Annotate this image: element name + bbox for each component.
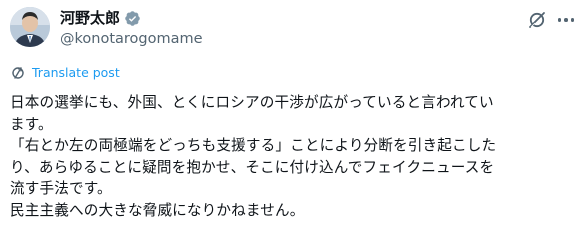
more-dot xyxy=(557,18,562,22)
more-icon[interactable] xyxy=(554,10,578,30)
translate-post-button[interactable]: Translate post xyxy=(10,64,120,82)
more-dot xyxy=(570,18,575,22)
post-text: 日本の選挙にも、外国、とくにロシアの干渉が広がっていると言われてい ます。 「右… xyxy=(10,92,584,221)
verified-badge-icon xyxy=(125,10,140,26)
avatar[interactable] xyxy=(10,7,50,47)
post-text-line: ます。 xyxy=(10,115,53,133)
author-handle[interactable]: @konotarogomame xyxy=(60,30,203,48)
more-dot xyxy=(564,18,568,22)
author-name-row: 河野太郎 xyxy=(60,8,141,28)
post-text-line: 流す手法です。 xyxy=(10,180,112,197)
translate-icon xyxy=(12,67,24,79)
grok-icon[interactable] xyxy=(527,10,547,30)
author-name[interactable]: 河野太郎 xyxy=(60,8,120,28)
post-text-line: 民主主義への大きな脅威になりかねません。 xyxy=(10,201,305,219)
post-text-line: 日本の選挙にも、外国、とくにロシアの干渉が広がっていると言われてい xyxy=(10,94,494,111)
translate-label: Translate post xyxy=(32,65,120,80)
post-text-line: 「右とか左の両極端をどっちも支援する」ことにより分断を引き起こした xyxy=(10,137,497,154)
post-text-line: り、あらゆることに疑問を抱かせ、そこに付け込んでフェイクニュースを xyxy=(10,158,495,176)
